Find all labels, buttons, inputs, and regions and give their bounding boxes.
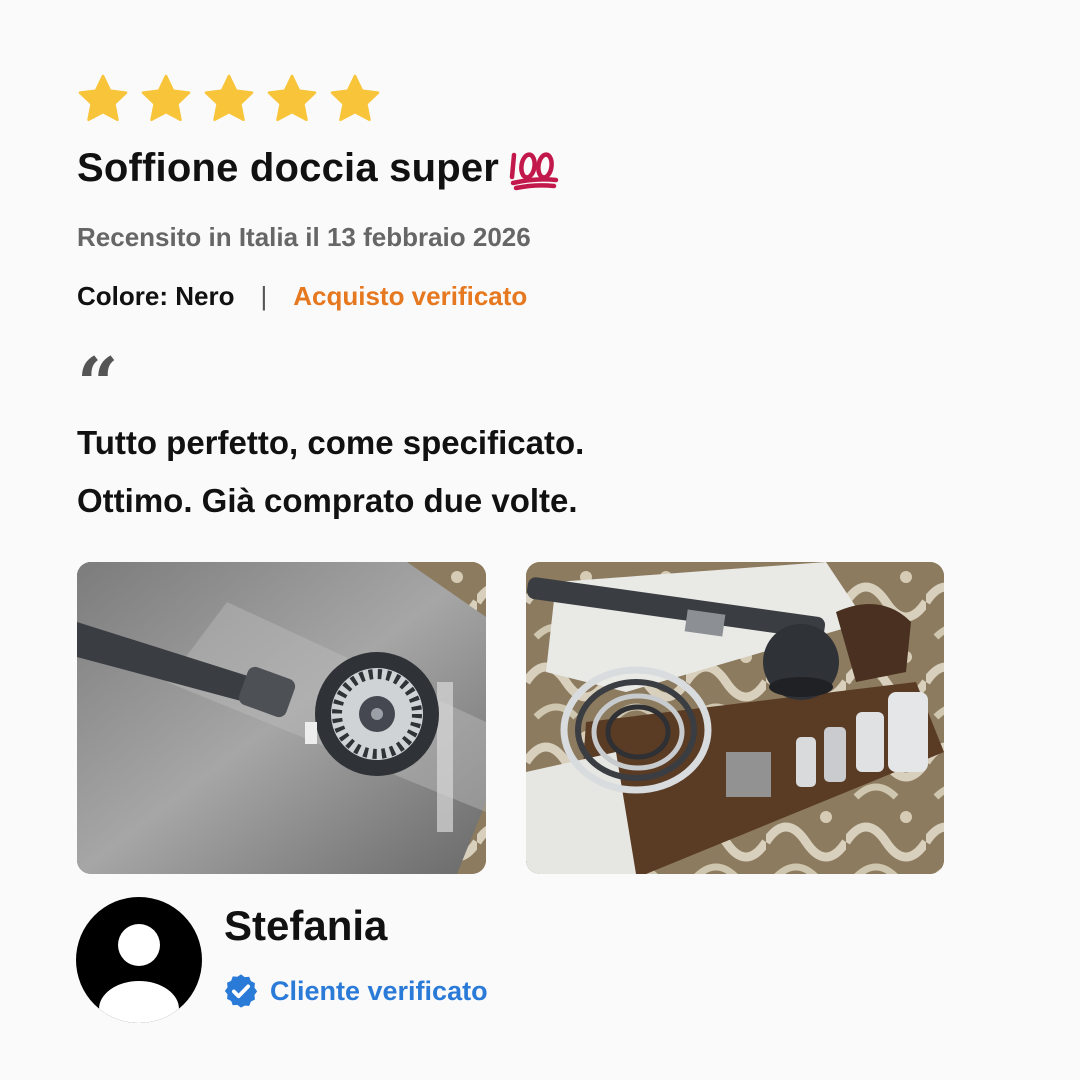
verified-customer-badge: Cliente verificato (222, 972, 488, 1010)
review-body: Tutto perfetto, come specificato. Ottimo… (77, 414, 584, 530)
review-photo[interactable] (77, 562, 486, 874)
quote-icon: “ (77, 341, 119, 426)
verified-customer-label: Cliente verificato (270, 975, 488, 1006)
user-avatar-icon (76, 897, 202, 1023)
shower-kit-photo-image (526, 562, 944, 874)
star-icon (330, 74, 380, 122)
star-icon (267, 74, 317, 122)
star-icon (204, 74, 254, 122)
review-title: Soffione doccia super (77, 146, 559, 191)
review-title-text: Soffione doccia super (77, 146, 500, 190)
review-card: Soffione doccia super Recensito in Itali… (0, 0, 1080, 1080)
color-attribute: Colore: Nero (77, 281, 235, 311)
star-icon (141, 74, 191, 122)
shower-head-photo-image (77, 562, 486, 874)
hundred-points-icon (509, 151, 559, 190)
attribute-separator: | (260, 281, 268, 311)
review-meta: Recensito in Italia il 13 febbraio 2026 (77, 222, 531, 252)
star-icon (78, 74, 128, 122)
review-body-line: Ottimo. Già comprato due volte. (77, 482, 578, 519)
review-body-line: Tutto perfetto, come specificato. (77, 424, 585, 461)
review-photo[interactable] (526, 562, 944, 874)
review-attributes: Colore: Nero | Acquisto verificato (77, 281, 527, 312)
verified-purchase-label[interactable]: Acquisto verificato (293, 281, 527, 312)
verified-check-icon (224, 974, 258, 1008)
reviewer-name: Stefania (224, 902, 388, 949)
star-rating (76, 72, 382, 126)
